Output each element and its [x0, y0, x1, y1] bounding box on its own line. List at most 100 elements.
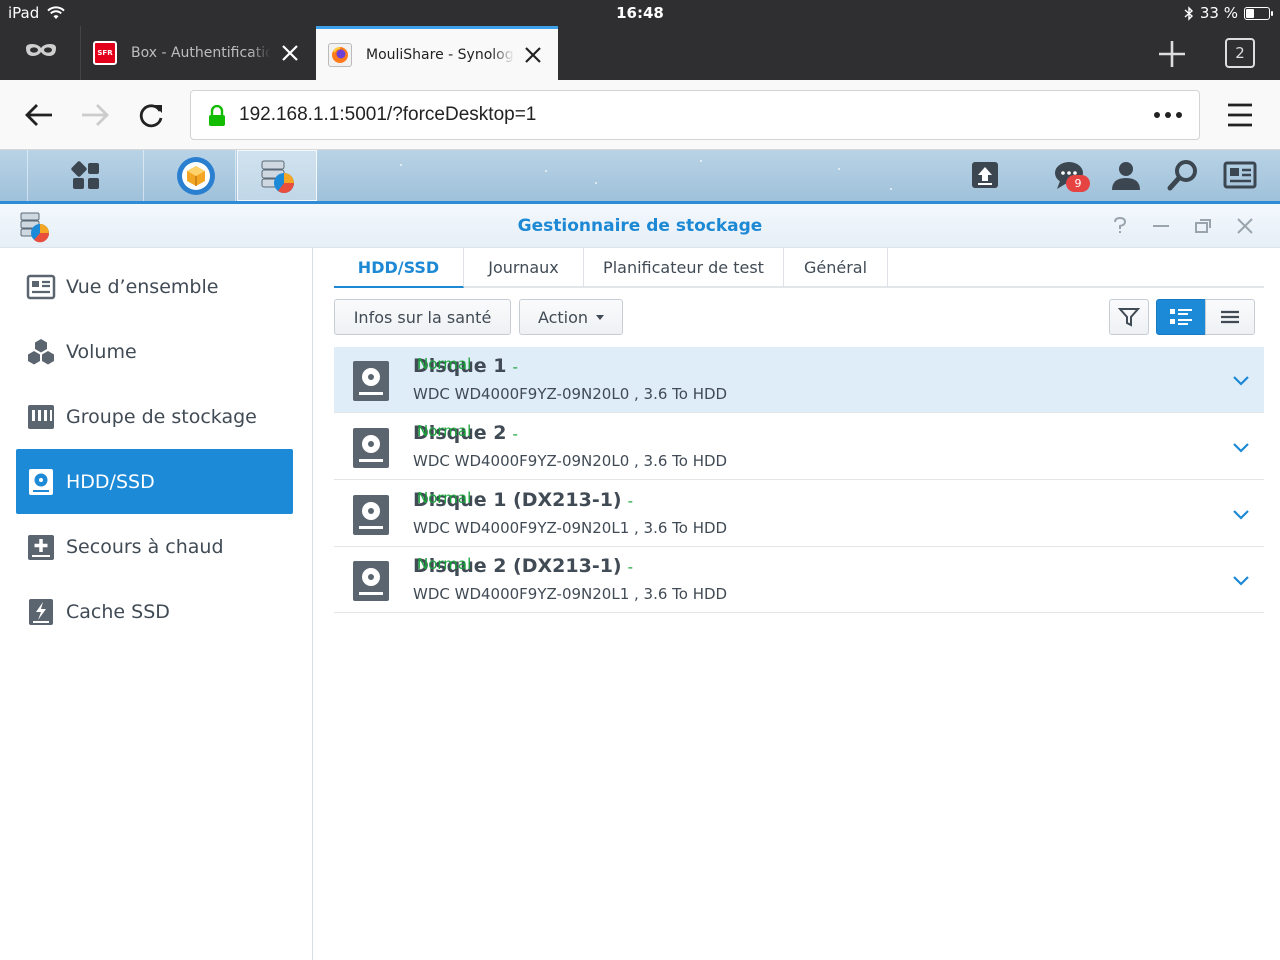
- sky-dot: [595, 182, 597, 184]
- hdd-icon: [353, 361, 389, 401]
- restore-icon[interactable]: [1193, 216, 1213, 236]
- sidebar-item-hdd-ssd[interactable]: HDD/SSD: [16, 449, 293, 514]
- sidebar-item-label: Vue d’ensemble: [66, 275, 219, 298]
- storage-manager-task-button[interactable]: [237, 150, 317, 201]
- back-arrow-icon[interactable]: [22, 98, 56, 132]
- tab-moulishare[interactable]: MouliShare - Synology: [316, 26, 558, 80]
- tab-logs[interactable]: Journaux: [464, 248, 584, 286]
- disk-model: WDC WD4000F9YZ-09N20L1 , 3.6 To HDD: [413, 519, 728, 537]
- disk-row[interactable]: Disque 1 (DX213-1) - Normal WDC WD4000F9YZ…: [334, 481, 1264, 547]
- sidebar-item-label: Cache SSD: [66, 600, 170, 623]
- window-titlebar: Gestionnaire de stockage: [0, 204, 1280, 248]
- content-tabs: HDD/SSD Journaux Planificateur de test G…: [334, 248, 1264, 288]
- close-tab-icon[interactable]: [522, 44, 544, 66]
- main-menu-icon: [70, 160, 99, 189]
- chevron-down-icon[interactable]: [1232, 371, 1250, 389]
- tab-title: MouliShare - Synology: [366, 46, 514, 63]
- list-view-button[interactable]: [1205, 299, 1255, 335]
- battery-icon: [1244, 6, 1273, 20]
- storage-manager-icon: [261, 160, 294, 193]
- storage-pool-icon: [28, 404, 54, 429]
- chevron-down-icon[interactable]: [1232, 505, 1250, 523]
- disk-model: WDC WD4000F9YZ-09N20L1 , 3.6 To HDD: [413, 585, 728, 603]
- new-tab-icon[interactable]: [1156, 38, 1188, 70]
- overview-icon: [26, 274, 56, 299]
- sidebar-item-label: Volume: [66, 340, 137, 363]
- disk-row[interactable]: Disque 2- Normal WDC WD4000F9YZ-09N20L0 ,…: [334, 414, 1264, 480]
- disk-row[interactable]: Disque 1- Normal WDC WD4000F9YZ-09N20L0 ,…: [334, 347, 1264, 413]
- dsm-taskbar: 9: [0, 150, 1280, 204]
- user-icon[interactable]: [1109, 158, 1143, 192]
- forward-arrow-icon[interactable]: [78, 98, 112, 132]
- hamburger-menu-icon[interactable]: [1226, 100, 1254, 130]
- tab-count-button[interactable]: 2: [1225, 38, 1255, 68]
- chevron-down-icon[interactable]: [1232, 438, 1250, 456]
- disk-status: Normal: [417, 355, 472, 373]
- sidebar-item-hot-spare[interactable]: Secours à chaud: [16, 514, 293, 579]
- hot-spare-icon: [28, 534, 54, 560]
- upload-queue-icon[interactable]: [968, 158, 1002, 192]
- sidebar-item-storage-pool[interactable]: Groupe de stockage: [16, 384, 293, 449]
- taskbar-edge: [0, 150, 28, 201]
- list-view-icon: [1221, 310, 1239, 324]
- sidebar-item-label: HDD/SSD: [66, 470, 155, 493]
- filter-button[interactable]: [1109, 299, 1149, 335]
- sidebar-item-ssd-cache[interactable]: Cache SSD: [16, 579, 293, 644]
- browser-toolbar: 192.168.1.1:5001/?forceDesktop=1: [0, 80, 1280, 150]
- filter-icon: [1118, 308, 1140, 327]
- close-tab-icon[interactable]: [279, 42, 301, 64]
- hdd-icon: [353, 495, 389, 535]
- close-window-icon[interactable]: [1235, 216, 1255, 236]
- package-center-icon: [176, 156, 215, 195]
- ssd-cache-icon: [29, 598, 53, 625]
- chevron-down-icon[interactable]: [1232, 571, 1250, 589]
- minimize-icon[interactable]: [1151, 216, 1171, 236]
- hdd-icon: [29, 468, 53, 495]
- ios-status-bar: iPad 16:48 33 %: [0, 0, 1280, 26]
- caret-down-icon: [596, 314, 605, 320]
- main-menu-button[interactable]: [28, 150, 144, 201]
- lock-icon: [209, 105, 225, 126]
- help-icon[interactable]: [1110, 216, 1130, 236]
- tab-hdd-ssd[interactable]: HDD/SSD: [334, 248, 464, 288]
- disk-model: WDC WD4000F9YZ-09N20L0 , 3.6 To HDD: [413, 452, 728, 470]
- disk-status: Normal: [417, 555, 472, 573]
- firefox-favicon: [328, 42, 352, 67]
- disk-model: WDC WD4000F9YZ-09N20L0 , 3.6 To HDD: [413, 385, 728, 403]
- tab-box-authentification[interactable]: SFR Box - Authentification: [80, 26, 315, 80]
- battery-percent: 33 %: [1199, 4, 1238, 22]
- sky-dot: [838, 168, 840, 170]
- disk-status: Normal: [417, 422, 472, 440]
- action-label: Action: [537, 307, 589, 327]
- tab-title: Box - Authentification: [131, 45, 271, 61]
- more-options-icon[interactable]: [1151, 103, 1185, 127]
- firefox-icon: [332, 46, 348, 63]
- sky-dot: [545, 170, 547, 172]
- clock: 16:48: [616, 4, 664, 22]
- search-icon[interactable]: [1166, 158, 1200, 192]
- notification-badge: 9: [1066, 175, 1090, 192]
- widgets-icon[interactable]: [1223, 158, 1257, 192]
- tab-general[interactable]: Général: [784, 248, 888, 286]
- sidebar-item-volume[interactable]: Volume: [16, 319, 293, 384]
- sfr-favicon: SFR: [93, 41, 117, 65]
- action-dropdown-button[interactable]: Action: [519, 299, 623, 335]
- battery-fill: [1246, 8, 1254, 18]
- tab-test-scheduler[interactable]: Planificateur de test: [584, 248, 784, 286]
- url-bar[interactable]: 192.168.1.1:5001/?forceDesktop=1: [190, 90, 1200, 140]
- sidebar-item-label: Secours à chaud: [66, 535, 224, 558]
- reload-icon[interactable]: [134, 98, 168, 132]
- package-center-button[interactable]: [156, 150, 236, 201]
- sidebar-item-label: Groupe de stockage: [66, 405, 257, 428]
- sky-dot: [700, 160, 702, 162]
- health-info-button[interactable]: Infos sur la santé: [334, 299, 511, 335]
- disk-row[interactable]: Disque 2 (DX213-1) - Normal WDC WD4000F9YZ…: [334, 547, 1264, 613]
- disk-status: Normal: [417, 489, 472, 507]
- sidebar: Vue d’ensemble Volume Groupe de stockage…: [0, 248, 313, 960]
- detail-view-icon: [1170, 309, 1192, 325]
- sidebar-item-overview[interactable]: Vue d’ensemble: [16, 254, 293, 319]
- sky-dot: [890, 188, 892, 190]
- private-browsing-icon[interactable]: [24, 40, 58, 64]
- detail-view-button[interactable]: [1156, 299, 1206, 335]
- hdd-icon: [353, 561, 389, 601]
